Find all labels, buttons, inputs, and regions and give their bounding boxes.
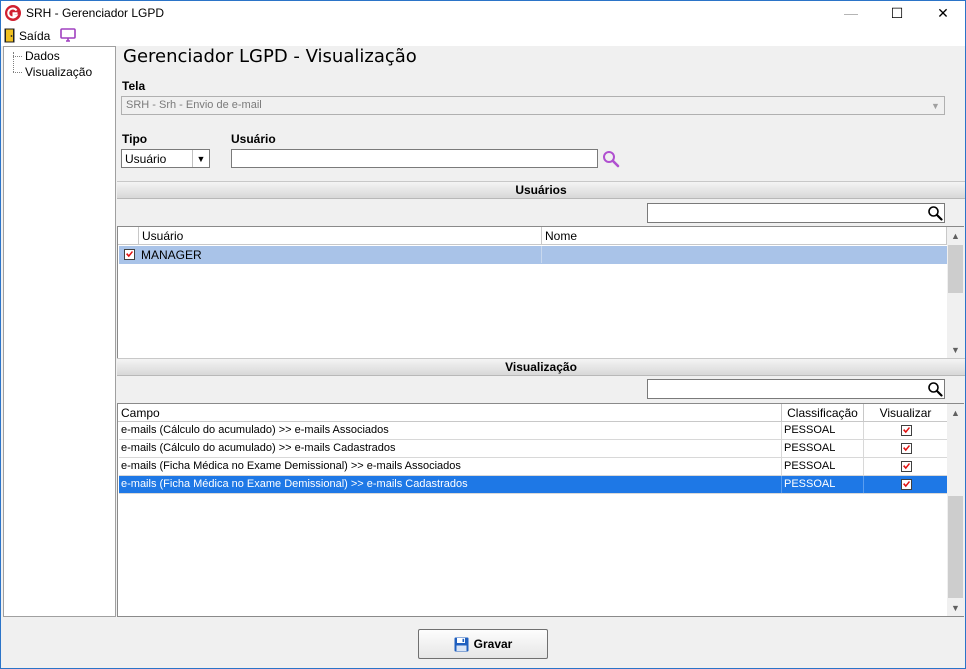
column-header-nome[interactable]: Nome — [542, 227, 947, 245]
scroll-up-icon[interactable]: ▲ — [947, 227, 964, 244]
user-nome-cell — [542, 246, 947, 263]
tree-item-visualizacao[interactable]: Visualização — [25, 65, 92, 79]
vis-scrollbar[interactable]: ▲ ▼ — [947, 404, 964, 616]
tela-label: Tela — [122, 79, 146, 93]
exit-menu-item[interactable]: Saída — [19, 29, 50, 43]
classificacao-cell: PESSOAL — [782, 476, 864, 493]
table-row[interactable]: e-mails (Ficha Médica no Exame Demission… — [119, 458, 947, 476]
chevron-down-icon[interactable]: ▼ — [192, 150, 209, 167]
column-header-usuario[interactable]: Usuário — [139, 227, 542, 245]
close-button[interactable]: ✕ — [920, 0, 966, 26]
scroll-down-icon[interactable]: ▼ — [947, 599, 964, 616]
search-icon[interactable] — [601, 149, 621, 169]
monitor-icon[interactable] — [60, 28, 76, 42]
page-title: Gerenciador LGPD - Visualização — [123, 46, 417, 67]
table-row[interactable]: e-mails (Cálculo do acumulado) >> e-mail… — [119, 440, 947, 458]
campo-cell: e-mails (Ficha Médica no Exame Demission… — [119, 458, 782, 475]
vis-grid: Campo Classificação Visualizar e-mails (… — [117, 403, 964, 617]
vis-search-input[interactable] — [647, 379, 945, 399]
usuario-label: Usuário — [231, 132, 276, 146]
visualizar-checkbox[interactable] — [901, 443, 912, 454]
vis-section-header: Visualização — [117, 358, 965, 376]
user-usuario-cell: MANAGER — [139, 246, 542, 263]
scroll-up-icon[interactable]: ▲ — [947, 404, 964, 421]
visualizar-checkbox[interactable] — [901, 425, 912, 436]
column-header-visualizar[interactable]: Visualizar — [864, 404, 947, 422]
tree-connector — [13, 52, 14, 72]
table-row[interactable]: e-mails (Ficha Médica no Exame Demission… — [119, 476, 947, 494]
table-row[interactable]: MANAGER — [119, 246, 947, 264]
scrollbar-thumb[interactable] — [948, 245, 963, 293]
window-title: SRH - Gerenciador LGPD — [26, 6, 165, 20]
campo-cell: e-mails (Cálculo do acumulado) >> e-mail… — [119, 440, 782, 457]
users-grid-header: Usuário Nome — [118, 227, 947, 245]
usuario-input[interactable] — [231, 149, 598, 168]
gravar-label: Gravar — [473, 637, 513, 651]
table-row[interactable]: e-mails (Cálculo do acumulado) >> e-mail… — [119, 422, 947, 440]
minimize-button[interactable]: — — [828, 0, 874, 26]
users-scrollbar[interactable]: ▲ ▼ — [947, 227, 964, 358]
classificacao-cell: PESSOAL — [782, 458, 864, 475]
floppy-disk-icon — [454, 637, 469, 651]
scroll-down-icon[interactable]: ▼ — [947, 341, 964, 358]
classificacao-cell: PESSOAL — [782, 422, 864, 439]
select-column-header — [118, 227, 139, 245]
user-checkbox[interactable] — [124, 249, 135, 260]
campo-cell: e-mails (Ficha Médica no Exame Demission… — [119, 476, 782, 493]
gravar-button[interactable]: Gravar — [418, 629, 548, 659]
tree-connector — [13, 56, 22, 57]
column-header-classificacao[interactable]: Classificação — [782, 404, 864, 422]
search-icon[interactable] — [927, 381, 943, 397]
window-border — [0, 26, 1, 669]
visualizar-checkbox[interactable] — [901, 479, 912, 490]
menu-bar — [1, 26, 965, 46]
app-logo-icon — [5, 5, 21, 21]
column-header-campo[interactable]: Campo — [118, 404, 782, 422]
navigation-tree — [3, 46, 116, 617]
tree-item-dados[interactable]: Dados — [25, 49, 60, 63]
campo-cell: e-mails (Cálculo do acumulado) >> e-mail… — [119, 422, 782, 439]
maximize-button[interactable]: ☐ — [874, 0, 920, 26]
chevron-down-icon[interactable]: ▼ — [927, 97, 944, 114]
tree-connector — [13, 72, 22, 73]
door-exit-icon[interactable] — [4, 28, 15, 43]
tipo-label: Tipo — [122, 132, 148, 146]
users-section-header: Usuários — [117, 181, 965, 199]
scrollbar-thumb[interactable] — [948, 496, 963, 598]
classificacao-cell: PESSOAL — [782, 440, 864, 457]
tela-select[interactable]: SRH - Srh - Envio de e-mail — [121, 96, 945, 115]
vis-grid-header: Campo Classificação Visualizar — [118, 404, 947, 422]
visualizar-checkbox[interactable] — [901, 461, 912, 472]
search-icon[interactable] — [927, 205, 943, 221]
users-grid: Usuário Nome MANAGER ▲ ▼ — [117, 226, 964, 359]
users-search-input[interactable] — [647, 203, 945, 223]
